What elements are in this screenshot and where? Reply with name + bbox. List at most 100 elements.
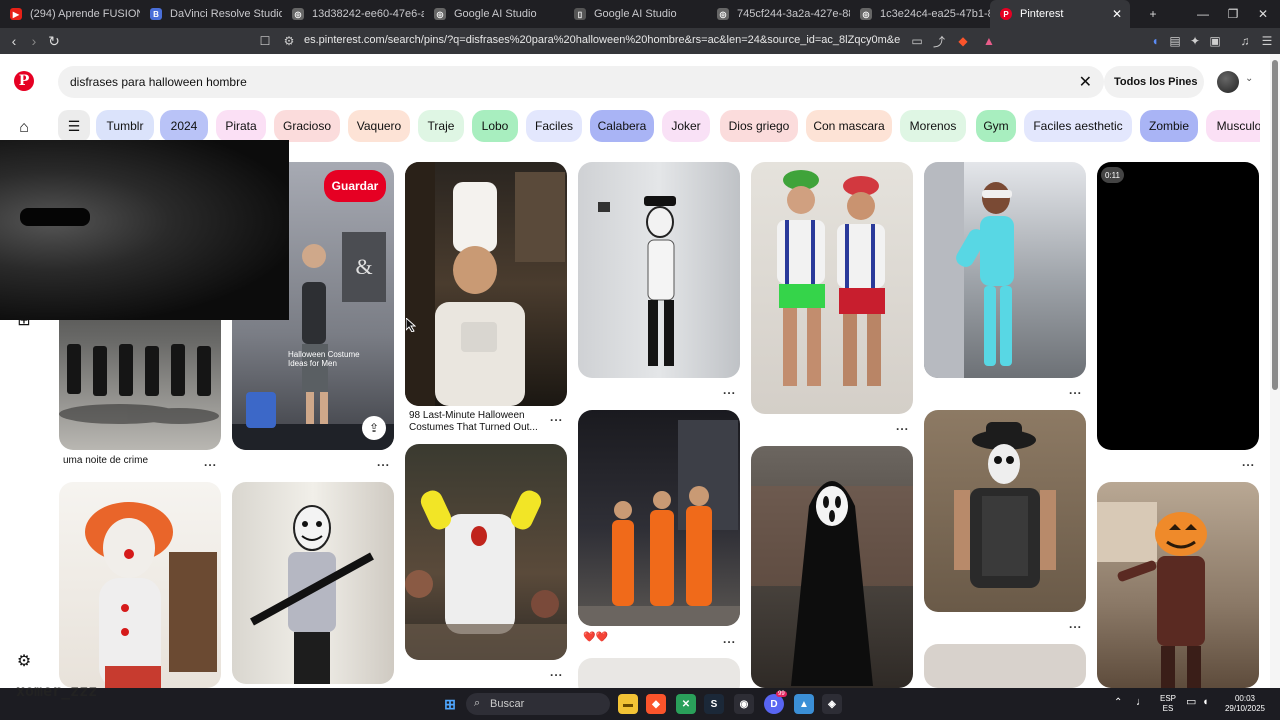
pin-more-icon[interactable]: ... (550, 410, 563, 424)
volume-icon[interactable]: ◖ (1202, 697, 1209, 708)
tray-chevron-icon[interactable]: ⌃ (1114, 698, 1122, 708)
tab-pinterest[interactable]: P Pinterest ✕ (990, 0, 1130, 28)
pin-image-mask-man[interactable] (232, 482, 394, 684)
pin-more-icon[interactable]: ... (550, 665, 563, 679)
chip-lobo[interactable]: Lobo (472, 110, 518, 142)
pinterest-logo[interactable]: P (14, 71, 34, 91)
pin-more-icon[interactable]: ... (377, 455, 390, 469)
playlist-icon[interactable]: ♫ (1236, 32, 1254, 50)
taskbar-search[interactable]: ⌕ Buscar (466, 693, 610, 715)
tab-search-icon[interactable]: ▤ (1166, 32, 1184, 50)
pin-image-skull-cowboy[interactable] (924, 410, 1086, 612)
pin-more-icon[interactable]: ... (723, 632, 736, 646)
cast-icon[interactable]: ▭ (908, 32, 926, 50)
pin-caption[interactable]: ❤️❤️ (583, 632, 608, 644)
pin-image-partial[interactable] (578, 658, 740, 688)
pin-image-chef[interactable] (405, 162, 567, 406)
sidebar-icon[interactable]: ▣ (1206, 32, 1224, 50)
photo-app-icon[interactable]: ▲ (794, 694, 814, 714)
pin-more-icon[interactable]: ... (204, 455, 217, 469)
pin-more-icon[interactable]: ... (1069, 383, 1082, 397)
tab-uuid-2[interactable]: ◎ 745cf244-3a2a-427e-8822-c79 (707, 0, 850, 28)
discord-icon[interactable]: D (764, 694, 784, 714)
pin-image-frozone[interactable] (924, 162, 1086, 378)
chip-traje[interactable]: Traje (418, 110, 464, 142)
microphone-icon[interactable]: ♩ (1136, 697, 1147, 708)
chip-morenos[interactable]: Morenos (900, 110, 966, 142)
pin-video-black[interactable] (1097, 162, 1259, 450)
tab-davinci[interactable]: B DaVinci Resolve Studio 20 - El f (140, 0, 282, 28)
davinci-resolve-icon[interactable]: ◈ (822, 694, 842, 714)
tab-uuid-3[interactable]: ◎ 1c3e24c4-ea25-47b1-8c18-16 (850, 0, 990, 28)
chip-faciles[interactable]: Faciles (526, 110, 582, 142)
pin-caption[interactable]: 98 Last-Minute Halloween Costumes That T… (409, 410, 543, 434)
chip-gracioso[interactable]: Gracioso (274, 110, 340, 142)
chip-musculo[interactable]: Musculo (1206, 110, 1260, 142)
pin-image-pumpkin[interactable] (1097, 482, 1259, 688)
chip-pirata[interactable]: Pirata (216, 110, 266, 142)
close-window-button[interactable]: ✕ (1248, 0, 1278, 28)
menu-icon[interactable]: ☰ (1258, 32, 1276, 50)
pin-image-mario-luigi[interactable] (751, 162, 913, 414)
pin-image-prisoners[interactable] (578, 410, 740, 626)
forward-icon[interactable]: › (24, 31, 44, 51)
chip-faciles-aesthetic[interactable]: Faciles aesthetic (1024, 110, 1132, 142)
chip-zombie[interactable]: Zombie (1140, 110, 1198, 142)
extensions-icon[interactable]: ✦ (1186, 32, 1204, 50)
new-tab-button[interactable]: + (1138, 0, 1168, 28)
share-pin-icon[interactable]: ⇪ (362, 416, 386, 440)
minimize-button[interactable]: — (1188, 0, 1218, 28)
tab-ai-studio-2[interactable]: ▯ Google AI Studio (564, 0, 707, 28)
tab-ai-studio-1[interactable]: ◎ Google AI Studio (424, 0, 564, 28)
clear-search-icon[interactable]: ✕ (1079, 72, 1092, 92)
scrollbar-thumb[interactable] (1272, 60, 1278, 390)
maximize-button[interactable]: ❐ (1218, 0, 1248, 28)
page-scrollbar[interactable] (1270, 54, 1280, 688)
pin-image-clown[interactable] (59, 482, 221, 688)
back-icon[interactable]: ‹ (4, 31, 24, 51)
clock[interactable]: 00:03 29/10/2025 (1222, 694, 1268, 714)
pin-image-white-mask[interactable] (578, 162, 740, 378)
wallet-icon[interactable]: ◖ (1146, 32, 1164, 50)
brave-shield-icon[interactable]: ◆ (954, 32, 972, 50)
chip-dios-griego[interactable]: Dios griego (720, 110, 798, 142)
avatar[interactable] (1217, 71, 1239, 93)
chip-calabera[interactable]: Calabera (590, 110, 654, 142)
rewards-icon[interactable]: ▲ (980, 32, 998, 50)
chip-con-mascara[interactable]: Con mascara (806, 110, 892, 142)
search-input[interactable]: disfrases para halloween hombre (70, 75, 247, 89)
tab-uuid-1[interactable]: ◎ 13d38242-ee60-47e6-ae27-f94 (282, 0, 424, 28)
bookmark-icon[interactable]: ☐ (256, 32, 274, 50)
pin-image-ghostface[interactable] (751, 446, 913, 688)
pin-more-icon[interactable]: ... (723, 383, 736, 397)
reload-icon[interactable]: ↻ (44, 31, 64, 51)
tab-youtube[interactable]: ▶ (294) Aprende FUSION FÁCIL ... (0, 0, 140, 28)
pin-caption[interactable]: uma noite de crime (63, 455, 148, 467)
chevron-down-icon[interactable]: ⌄ (1245, 73, 1253, 84)
settings-icon[interactable]: ⚙ (14, 651, 34, 671)
share-icon[interactable]: ⤴ (930, 32, 948, 50)
pin-image-party[interactable] (405, 444, 567, 660)
file-explorer-icon[interactable]: ▬ (618, 694, 638, 714)
url-field[interactable]: es.pinterest.com/search/pins/?q=disfrase… (304, 34, 900, 46)
brave-browser-icon[interactable]: ◆ (646, 694, 666, 714)
home-icon[interactable]: ⌂ (14, 118, 34, 138)
chip-2024[interactable]: 2024 (160, 110, 208, 142)
pin-more-icon[interactable]: ... (896, 419, 909, 433)
language-indicator[interactable]: ESP ES (1156, 694, 1180, 714)
chip-joker[interactable]: Joker (662, 110, 710, 142)
chip-tumblr[interactable]: Tumblr (96, 110, 154, 142)
xbox-icon[interactable]: ✕ (676, 694, 696, 714)
save-button[interactable]: Guardar (324, 170, 386, 202)
close-tab-icon[interactable]: ✕ (1112, 7, 1122, 21)
network-icon[interactable]: ▭ (1186, 697, 1196, 708)
search-bar[interactable]: disfrases para halloween hombre ✕ (58, 66, 1104, 98)
search-scope-dropdown[interactable]: Todos los Pines (1104, 66, 1204, 98)
pin-more-icon[interactable]: ... (1069, 617, 1082, 631)
site-info-icon[interactable]: ⚙ (280, 32, 298, 50)
obs-icon[interactable]: ◉ (734, 694, 754, 714)
chip-vaquero[interactable]: Vaquero (348, 110, 410, 142)
start-menu-icon[interactable]: ⊞ (440, 694, 460, 714)
pin-more-icon[interactable]: ... (1242, 455, 1255, 469)
steam-icon[interactable]: S (704, 694, 724, 714)
